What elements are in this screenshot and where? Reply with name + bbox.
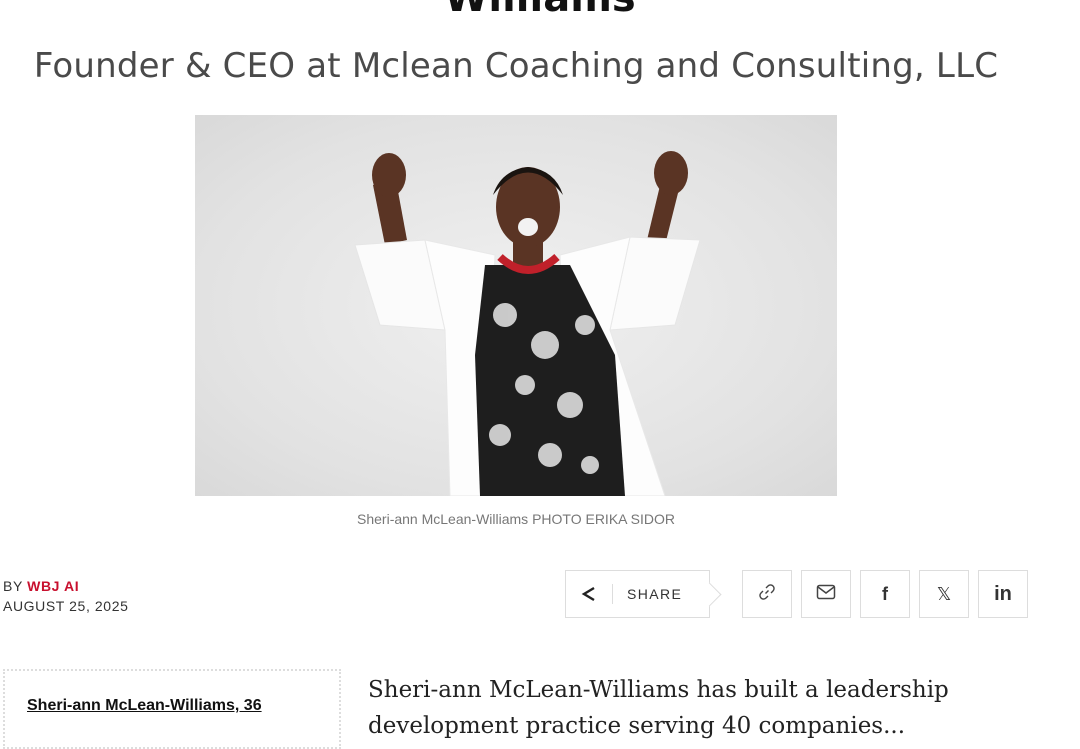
x-share-button[interactable]: 𝕏 <box>919 570 969 618</box>
share-label: SHARE <box>627 586 683 602</box>
article-body: Sheri-ann McLean-Williams has built a le… <box>368 672 1008 744</box>
profile-name-link[interactable]: Sheri-ann McLean-Williams, 36 <box>27 697 262 715</box>
linkedin-icon: in <box>994 582 1012 605</box>
share-button[interactable]: SHARE <box>565 570 710 618</box>
article-subtitle: Founder & CEO at Mclean Coaching and Con… <box>33 46 999 86</box>
facebook-share-button[interactable]: f <box>860 570 910 618</box>
article-photo <box>195 115 837 496</box>
body-line: Sheri-ann McLean-Williams has built a le… <box>368 677 949 703</box>
body-line: development practice serving 40 companie… <box>368 713 906 739</box>
publish-date: AUGUST 25, 2025 <box>3 598 129 614</box>
link-icon <box>758 583 776 606</box>
mail-icon <box>816 584 836 605</box>
linkedin-share-button[interactable]: in <box>978 570 1028 618</box>
byline-prefix: BY <box>3 578 23 594</box>
byline: BY WBJ AI AUGUST 25, 2025 <box>3 578 128 614</box>
x-icon: 𝕏 <box>936 583 952 604</box>
celebrating-woman-illustration <box>354 151 701 496</box>
profile-sidebar: Sheri-ann McLean-Williams, 36 <box>3 669 341 749</box>
email-share-button[interactable] <box>801 570 851 618</box>
article-headline: Williams <box>0 0 1080 18</box>
copy-link-button[interactable] <box>742 570 792 618</box>
photo-caption: Sheri-ann McLean-Williams PHOTO ERIKA SI… <box>357 511 675 527</box>
facebook-icon: f <box>882 583 888 604</box>
author-link[interactable]: WBJ AI <box>27 578 79 594</box>
share-icon <box>566 584 613 604</box>
